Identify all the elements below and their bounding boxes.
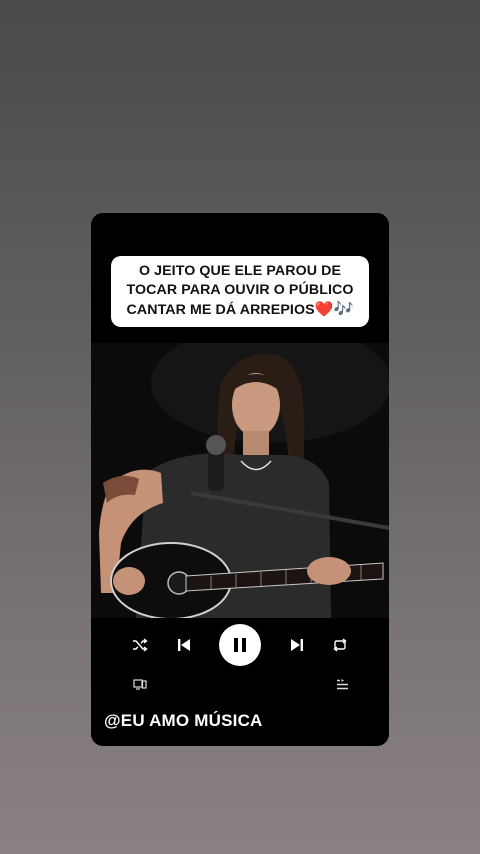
repeat-icon[interactable]	[329, 635, 351, 655]
caption-line-3: CANTAR ME DÁ ARREPIOS❤️🎶	[115, 300, 365, 320]
queue-icon[interactable]	[334, 677, 350, 691]
skip-next-icon[interactable]	[286, 634, 308, 656]
shuffle-icon[interactable]	[129, 635, 151, 655]
pause-button[interactable]	[219, 624, 261, 666]
guitarist-illustration	[91, 343, 389, 618]
story-card: O JEITO QUE ELE PAROU DE TOCAR PARA OUVI…	[91, 213, 389, 746]
music-notes-emoji: 🎶	[333, 301, 354, 318]
caption-line-2: TOCAR PARA OUVIR O PÚBLICO	[126, 282, 354, 298]
pause-icon	[233, 637, 247, 653]
caption-line-3-text: CANTAR ME DÁ ARREPIOS	[126, 302, 315, 318]
caption-bubble: O JEITO QUE ELE PAROU DE TOCAR PARA OUVI…	[111, 256, 369, 327]
channel-watermark: @EU AMO MÚSICA	[104, 711, 263, 730]
player-controls	[91, 623, 389, 667]
caption-line-1: O JEITO QUE ELE PAROU DE	[138, 263, 342, 279]
skip-previous-icon[interactable]	[173, 634, 195, 656]
heart-emoji: ❤️	[314, 301, 334, 318]
connect-devices-icon[interactable]	[132, 677, 148, 691]
video-frame[interactable]	[91, 343, 389, 618]
secondary-controls	[91, 675, 389, 695]
